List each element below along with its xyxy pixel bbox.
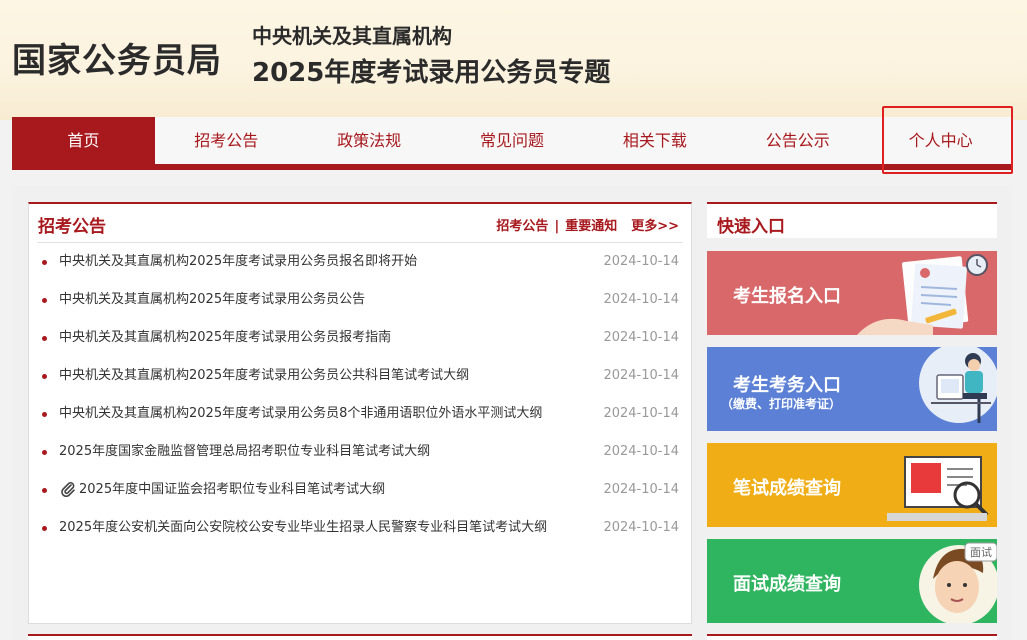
- list-item[interactable]: 2025年度国家金融监督管理总局招考职位专业科目笔试考试大纲 2024-10-1…: [29, 438, 691, 476]
- written-exam-score-button[interactable]: 笔试成绩查询: [707, 443, 997, 527]
- button-label: 考生报名入口: [733, 286, 841, 307]
- news-title[interactable]: 中央机关及其直属机构2025年度考试录用公务员公告: [59, 286, 365, 314]
- news-date: 2024-10-14: [603, 520, 679, 535]
- highlight-box: [882, 106, 1013, 174]
- button-label: 考生考务入口: [733, 375, 841, 396]
- list-item[interactable]: 中央机关及其直属机构2025年度考试录用公务员报考指南 2024-10-14: [29, 324, 691, 362]
- news-title[interactable]: 2025年度国家金融监督管理总局招考职位专业科目笔试考试大纲: [59, 438, 430, 466]
- list-item[interactable]: 中央机关及其直属机构2025年度考试录用公务员公共科目笔试考试大纲 2024-1…: [29, 362, 691, 400]
- news-date: 2024-10-14: [603, 444, 679, 459]
- divider: [37, 242, 683, 243]
- link-recruitment-notices[interactable]: 招考公告: [496, 219, 548, 234]
- button-label: 面试成绩查询: [733, 574, 841, 595]
- link-separator: |: [554, 219, 560, 234]
- button-sublabel: （缴费、打印准考证）: [721, 397, 842, 411]
- news-title[interactable]: 2025年度公安机关面向公安院校公安专业毕业生招录人民警察专业科目笔试考试大纲: [59, 514, 547, 542]
- news-title[interactable]: 中央机关及其直属机构2025年度考试录用公务员报考指南: [59, 324, 391, 352]
- news-title[interactable]: 2025年度中国证监会招考职位专业科目笔试考试大纲: [79, 476, 385, 504]
- news-date: 2024-10-14: [603, 254, 679, 269]
- list-item[interactable]: 中央机关及其直属机构2025年度考试录用公务员报名即将开始 2024-10-14: [29, 248, 691, 286]
- exam-board-icon: [887, 456, 989, 521]
- nav-item-faq[interactable]: 常见问题: [441, 117, 584, 164]
- news-date: 2024-10-14: [603, 292, 679, 307]
- bullet-icon: [42, 336, 47, 341]
- list-item[interactable]: 中央机关及其直属机构2025年度考试录用公务员8个非通用语职位外语水平测试大纲 …: [29, 400, 691, 438]
- main-nav: 首页 招考公告 政策法规 常见问题 相关下载 公告公示 个人中心: [12, 117, 1012, 170]
- bullet-icon: [42, 526, 47, 531]
- list-item[interactable]: 2025年度中国证监会招考职位专业科目笔试考试大纲 2024-10-14: [29, 476, 691, 514]
- interview-score-button[interactable]: 面试成绩查询 面试: [707, 539, 997, 623]
- news-date: 2024-10-14: [603, 330, 679, 345]
- bullet-icon: [42, 260, 47, 265]
- bullet-icon: [42, 374, 47, 379]
- interview-person-icon: 面试: [919, 542, 997, 623]
- bullet-icon: [42, 412, 47, 417]
- nav-item-policies[interactable]: 政策法规: [298, 117, 441, 164]
- registration-entry-button[interactable]: 考生报名入口: [707, 251, 997, 335]
- bullet-icon: [42, 450, 47, 455]
- site-title[interactable]: 国家公务员局: [12, 33, 222, 82]
- next-panel-edge: [28, 634, 692, 640]
- list-item[interactable]: 2025年度公安机关面向公安院校公安专业毕业生招录人民警察专业科目笔试考试大纲 …: [29, 514, 691, 552]
- news-date: 2024-10-14: [603, 368, 679, 383]
- news-title[interactable]: 中央机关及其直属机构2025年度考试录用公务员报名即将开始: [59, 248, 417, 276]
- news-date: 2024-10-14: [603, 406, 679, 421]
- quick-entry-header: 快速入口: [707, 202, 997, 238]
- page-header: 国家公务员局 中央机关及其直属机构 2025年度考试录用公务员专题: [0, 0, 1027, 120]
- document-form-icon: [857, 254, 988, 335]
- nav-item-recruitment-notices[interactable]: 招考公告: [155, 117, 298, 164]
- exam-affairs-entry-button[interactable]: 考生考务入口 （缴费、打印准考证）: [707, 347, 997, 431]
- panel-links: 招考公告 | 重要通知 更多>>: [496, 215, 679, 234]
- interview-badge-label: 面试: [970, 546, 992, 559]
- link-important-notices[interactable]: 重要通知: [565, 219, 617, 234]
- announcements-panel: 招考公告 招考公告 | 重要通知 更多>> 中央机关及其直属机构2025年度考试录用公…: [28, 202, 692, 624]
- quick-entry-panel: 快速入口 考生报名入口 考生考务入口 （缴费、打印准考证） 笔试成绩查询 面试成…: [707, 202, 997, 640]
- news-title[interactable]: 中央机关及其直属机构2025年度考试录用公务员公共科目笔试考试大纲: [59, 362, 469, 390]
- bullet-icon: [42, 298, 47, 303]
- nav-item-downloads[interactable]: 相关下载: [583, 117, 726, 164]
- person-at-computer-icon: [919, 347, 997, 423]
- list-item[interactable]: 中央机关及其直属机构2025年度考试录用公务员公告 2024-10-14: [29, 286, 691, 324]
- subtitle-topic: 2025年度考试录用公务员专题: [252, 58, 611, 88]
- panel-title: 招考公告: [38, 217, 106, 237]
- button-label: 笔试成绩查询: [733, 478, 841, 499]
- news-title[interactable]: 中央机关及其直属机构2025年度考试录用公务员8个非通用语职位外语水平测试大纲: [59, 400, 542, 428]
- subtitle-organization: 中央机关及其直属机构: [252, 24, 452, 48]
- bullet-icon: [42, 488, 47, 493]
- nav-item-public-notices[interactable]: 公告公示: [726, 117, 869, 164]
- nav-item-home[interactable]: 首页: [12, 117, 155, 164]
- news-date: 2024-10-14: [603, 482, 679, 497]
- next-panel-edge: [707, 634, 997, 640]
- attachment-icon: [61, 482, 75, 497]
- quick-entry-title: 快速入口: [717, 217, 785, 237]
- news-list: 中央机关及其直属机构2025年度考试录用公务员报名即将开始 2024-10-14…: [29, 248, 691, 552]
- more-link[interactable]: 更多>>: [631, 219, 679, 234]
